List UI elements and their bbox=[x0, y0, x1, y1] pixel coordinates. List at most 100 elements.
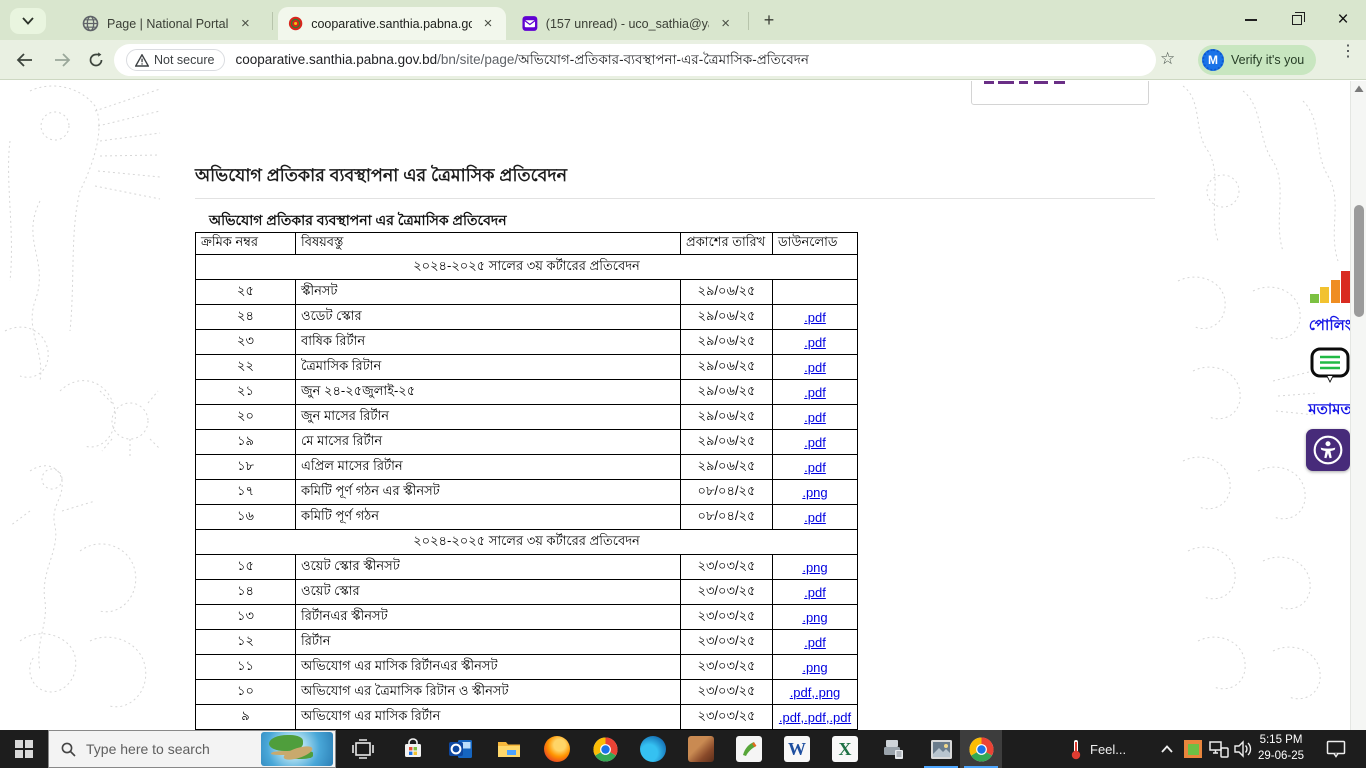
report-table: ক্রমিক নম্বর বিষয়বস্তু প্রকাশের তারিখ ড… bbox=[195, 232, 858, 730]
speech-bubble-icon bbox=[1310, 347, 1350, 383]
serial-cell: ১৫ bbox=[195, 554, 296, 580]
page-title: অভিযোগ প্রতিকার ব্যবস্থাপনা এর ত্রৈমাসিক… bbox=[195, 165, 568, 185]
date-cell: ২৩/০৩/২৫ bbox=[680, 554, 773, 580]
download-cell: .pdf bbox=[772, 379, 858, 405]
clipped-menu-box[interactable] bbox=[971, 81, 1149, 105]
download-link[interactable]: .pdf bbox=[804, 460, 826, 475]
scroll-up-arrow-icon[interactable] bbox=[1354, 85, 1364, 93]
tray-clock[interactable]: 5:15 PM 29-06-25 bbox=[1252, 730, 1310, 768]
scrollbar-thumb[interactable] bbox=[1354, 205, 1364, 317]
polling-label[interactable]: পোলিং bbox=[1308, 314, 1352, 339]
subject-cell: এপ্রিল মাসের রির্টান bbox=[295, 454, 681, 480]
browser-menu-icon[interactable]: ⋮ bbox=[1340, 44, 1356, 60]
tab-close-icon[interactable]: × bbox=[717, 15, 734, 33]
download-link[interactable]: .pdf bbox=[804, 510, 826, 525]
download-cell: .png bbox=[772, 604, 858, 630]
reload-button[interactable] bbox=[82, 46, 110, 74]
poll-chart-icon bbox=[1308, 271, 1352, 303]
date-cell: ২৯/০৬/২৫ bbox=[680, 379, 773, 405]
not-secure-chip[interactable]: Not secure bbox=[126, 49, 226, 71]
back-button[interactable] bbox=[10, 46, 38, 74]
photo-app-button[interactable] bbox=[678, 730, 724, 768]
bookmark-star-icon[interactable]: ☆ bbox=[1160, 49, 1175, 69]
chrome-button[interactable] bbox=[582, 730, 628, 768]
download-cell: .pdf bbox=[772, 454, 858, 480]
download-link[interactable]: .png bbox=[802, 660, 827, 675]
weather-button[interactable] bbox=[1062, 730, 1090, 768]
start-button[interactable] bbox=[0, 730, 48, 768]
window-close-button[interactable]: × bbox=[1322, 0, 1364, 40]
chrome-active-icon bbox=[968, 737, 994, 762]
download-link[interactable]: .pdf bbox=[804, 310, 826, 325]
thermometer-icon bbox=[1071, 740, 1081, 760]
address-bar[interactable]: Not secure cooparative.santhia.pabna.gov… bbox=[114, 44, 1156, 76]
tab-cooparative-active[interactable]: cooparative.santhia.pabna.gov.b × bbox=[278, 7, 506, 40]
profile-verify-chip[interactable]: M Verify it's you bbox=[1198, 45, 1317, 75]
serial-cell: ১৬ bbox=[195, 504, 296, 530]
file-explorer-button[interactable] bbox=[486, 730, 532, 768]
subject-cell: জুন ২৪-২৫জুলাই-২৫ bbox=[295, 379, 681, 405]
page-scrollbar[interactable] bbox=[1350, 81, 1366, 730]
chrome-active-button[interactable] bbox=[960, 730, 1002, 768]
minimize-icon bbox=[1245, 19, 1257, 21]
action-center-button[interactable] bbox=[1316, 730, 1356, 768]
subject-cell: অভিযোগ এর মাসিক রির্টান bbox=[295, 704, 681, 730]
download-link[interactable]: .pdf bbox=[804, 635, 826, 650]
download-link[interactable]: .pdf,.png bbox=[790, 685, 841, 700]
date-cell: ২৯/০৬/২৫ bbox=[680, 404, 773, 430]
store-button[interactable] bbox=[390, 730, 436, 768]
accessibility-button[interactable] bbox=[1306, 429, 1350, 471]
download-cell: .pdf bbox=[772, 329, 858, 355]
forward-button[interactable] bbox=[48, 46, 76, 74]
download-link[interactable]: .pdf bbox=[804, 360, 826, 375]
subject-cell: অভিযোগ এর ত্রৈমাসিক রিটান ও স্কীনসট bbox=[295, 679, 681, 705]
opinion-label[interactable]: মতামত bbox=[1308, 398, 1352, 423]
serial-cell: ২২ bbox=[195, 354, 296, 380]
serial-cell: ১৪ bbox=[195, 579, 296, 605]
tab-close-icon[interactable]: × bbox=[236, 15, 254, 33]
download-link[interactable]: .pdf bbox=[804, 585, 826, 600]
task-view-button[interactable] bbox=[340, 730, 386, 768]
download-link[interactable]: .pdf bbox=[804, 335, 826, 350]
serial-cell: ১৮ bbox=[195, 454, 296, 480]
store-icon bbox=[405, 738, 421, 757]
table-header-row: ক্রমিক নম্বর বিষয়বস্তু প্রকাশের তারিখ ড… bbox=[195, 232, 858, 255]
back-arrow-icon bbox=[16, 53, 32, 67]
new-tab-button[interactable]: + bbox=[756, 8, 782, 34]
edge-button[interactable] bbox=[630, 730, 676, 768]
window-restore-button[interactable] bbox=[1276, 0, 1318, 40]
paint-app-button[interactable] bbox=[726, 730, 772, 768]
download-link[interactable]: .pdf bbox=[804, 410, 826, 425]
date-cell: ০৮/০৪/২৫ bbox=[680, 504, 773, 530]
outlook-icon bbox=[449, 740, 472, 758]
serial-cell: ১৩ bbox=[195, 604, 296, 630]
scanner-button[interactable] bbox=[870, 730, 916, 768]
download-link[interactable]: .png bbox=[802, 560, 827, 575]
download-link[interactable]: .pdf,.pdf,.pdf bbox=[779, 710, 851, 725]
word-button[interactable]: W bbox=[774, 730, 820, 768]
download-link[interactable]: .png bbox=[802, 610, 827, 625]
chevron-down-icon bbox=[22, 17, 34, 25]
outlook-button[interactable] bbox=[438, 730, 484, 768]
subject-cell: রির্টান bbox=[295, 629, 681, 655]
download-link[interactable]: .pdf bbox=[804, 385, 826, 400]
tab-search-button[interactable] bbox=[10, 8, 46, 34]
firefox-button[interactable] bbox=[534, 730, 580, 768]
download-cell: .pdf bbox=[772, 429, 858, 455]
taskbar-search-input[interactable]: Type here to search bbox=[48, 730, 336, 768]
download-link[interactable]: .png bbox=[802, 485, 827, 500]
tab-close-icon[interactable]: × bbox=[480, 15, 496, 33]
window-minimize-button[interactable] bbox=[1230, 0, 1272, 40]
tab-mail[interactable]: (157 unread) - uco_sathia@yah × bbox=[512, 7, 744, 40]
weather-label[interactable]: Feel... bbox=[1090, 730, 1140, 768]
polling-widget[interactable]: পোলিং bbox=[1308, 271, 1352, 339]
earth-image[interactable] bbox=[261, 732, 333, 766]
paint-icon bbox=[736, 736, 762, 762]
opinion-widget[interactable]: মতামত bbox=[1308, 346, 1352, 423]
photo-viewer-button[interactable] bbox=[918, 730, 964, 768]
download-cell: .png bbox=[772, 554, 858, 580]
date-cell: ২৩/০৩/২৫ bbox=[680, 654, 773, 680]
excel-button[interactable]: X bbox=[822, 730, 868, 768]
tab-national-portal[interactable]: Page | National Portal × bbox=[72, 7, 268, 40]
download-link[interactable]: .pdf bbox=[804, 435, 826, 450]
